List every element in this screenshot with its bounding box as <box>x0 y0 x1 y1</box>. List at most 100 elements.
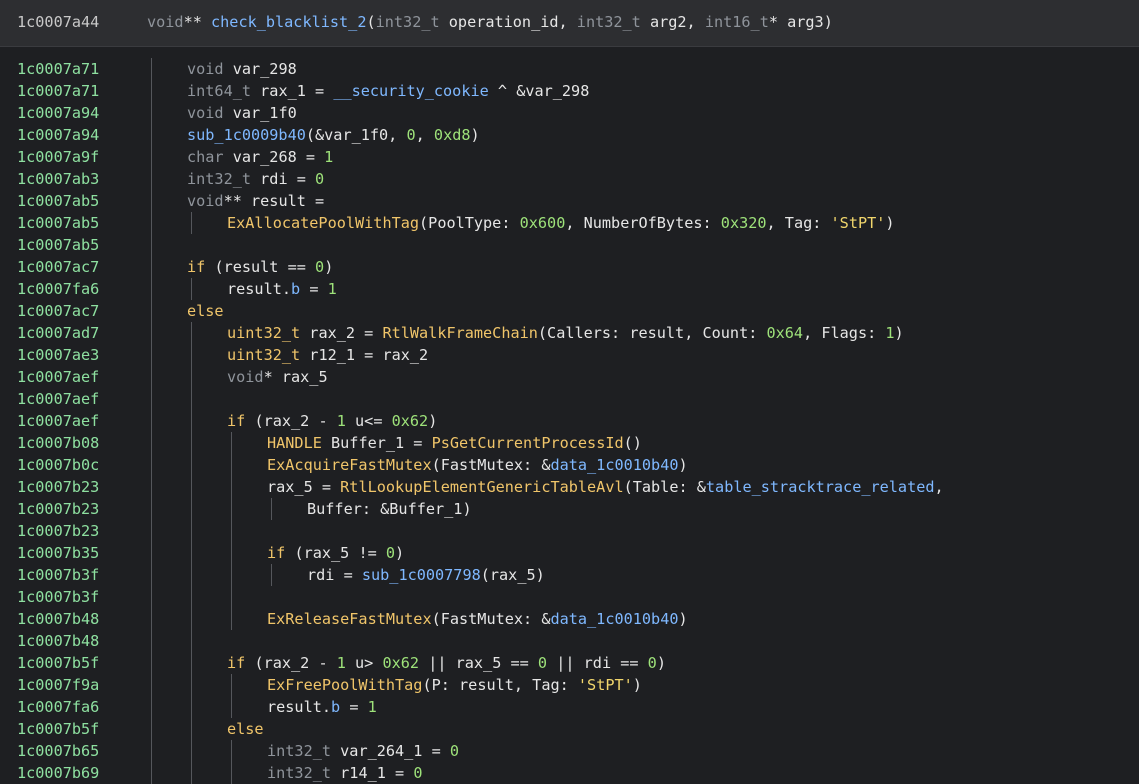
code-line[interactable]: 1c0007b69 int32_t r14_1 = 0 <box>0 762 1139 784</box>
line-address[interactable]: 1c0007b48 <box>17 608 99 630</box>
code-token[interactable]: else <box>227 720 264 738</box>
code-token[interactable]: __security_cookie <box>333 82 488 100</box>
line-address[interactable]: 1c0007ac7 <box>17 256 99 278</box>
function-signature[interactable]: void** check_blacklist_2(int32_t operati… <box>147 13 833 31</box>
line-address[interactable]: 1c0007a94 <box>17 124 99 146</box>
line-address[interactable]: 1c0007fa6 <box>17 278 99 300</box>
code-token: , <box>934 478 944 496</box>
line-address[interactable]: 1c0007ab5 <box>17 234 99 256</box>
code-line[interactable]: 1c0007a9f char var_268 = 1 <box>0 146 1139 168</box>
signature-token[interactable]: check_blacklist_2 <box>211 13 366 31</box>
code-token[interactable]: HANDLE <box>267 434 322 452</box>
code-token[interactable]: ExAcquireFastMutex <box>267 456 432 474</box>
code-line[interactable]: 1c0007fa6 result.b = 1 <box>0 278 1139 300</box>
code-line[interactable]: 1c0007b5f else <box>0 718 1139 740</box>
line-address[interactable]: 1c0007a71 <box>17 80 99 102</box>
line-address[interactable]: 1c0007ae3 <box>17 344 99 366</box>
code-token[interactable]: sub_1c0007798 <box>362 566 481 584</box>
code-token[interactable]: RtlWalkFrameChain <box>382 324 537 342</box>
line-code: else <box>187 300 224 322</box>
code-line[interactable]: 1c0007a94 sub_1c0009b40(&var_1f0, 0, 0xd8… <box>0 124 1139 146</box>
code-line[interactable]: 1c0007ad7 uint32_t rax_2 = RtlWalkFrameCh… <box>0 322 1139 344</box>
code-line[interactable]: 1c0007ab5 void** result = <box>0 190 1139 212</box>
code-line[interactable]: 1c0007b5f if (rax_2 - 1 u> 0x62 || rax_5 … <box>0 652 1139 674</box>
line-code: int32_t var_264_1 = 0 <box>267 740 459 762</box>
line-address[interactable]: 1c0007fa6 <box>17 696 99 718</box>
line-address[interactable]: 1c0007a9f <box>17 146 99 168</box>
code-token[interactable]: ExReleaseFastMutex <box>267 610 432 628</box>
line-address[interactable]: 1c0007b23 <box>17 520 99 542</box>
code-line[interactable]: 1c0007ae3 uint32_t r12_1 = rax_2 <box>0 344 1139 366</box>
code-token: 1 <box>327 280 337 298</box>
code-token[interactable]: data_1c0010b40 <box>550 456 678 474</box>
line-address[interactable]: 1c0007ab5 <box>17 190 99 212</box>
decompiled-code-view[interactable]: 1c0007a71 void var_298 1c0007a71 int64_t ra… <box>0 58 1139 784</box>
code-token[interactable]: else <box>187 302 224 320</box>
line-address[interactable]: 1c0007b0c <box>17 454 99 476</box>
code-token[interactable]: b <box>331 698 340 716</box>
code-token[interactable]: uint32_t <box>227 324 300 342</box>
line-code: int32_t rdi = 0 <box>187 168 324 190</box>
code-line[interactable]: 1c0007b3f <box>0 586 1139 608</box>
line-address[interactable]: 1c0007a94 <box>17 102 99 124</box>
code-line[interactable]: 1c0007ab5 ExAllocatePoolWithTag(PoolType:… <box>0 212 1139 234</box>
line-address[interactable]: 1c0007ad7 <box>17 322 99 344</box>
code-token[interactable]: data_1c0010b40 <box>550 610 678 628</box>
code-token[interactable]: table_stracktrace_related <box>706 478 935 496</box>
code-token[interactable]: if <box>227 412 245 430</box>
code-line[interactable]: 1c0007b23 <box>0 520 1139 542</box>
code-line[interactable]: 1c0007b3f rdi = sub_1c0007798(rax_5) <box>0 564 1139 586</box>
line-address[interactable]: 1c0007ab5 <box>17 212 99 234</box>
line-address[interactable]: 1c0007ac7 <box>17 300 99 322</box>
code-line[interactable]: 1c0007b23 Buffer: &Buffer_1) <box>0 498 1139 520</box>
line-address[interactable]: 1c0007aef <box>17 366 99 388</box>
code-token[interactable]: ExAllocatePoolWithTag <box>227 214 419 232</box>
code-line[interactable]: 1c0007b23 rax_5 = RtlLookupElementGeneric… <box>0 476 1139 498</box>
line-address[interactable]: 1c0007b08 <box>17 432 99 454</box>
line-address[interactable]: 1c0007b69 <box>17 762 99 784</box>
code-line[interactable]: 1c0007aef void* rax_5 <box>0 366 1139 388</box>
code-line[interactable]: 1c0007b35 if (rax_5 != 0) <box>0 542 1139 564</box>
code-line[interactable]: 1c0007fa6 result.b = 1 <box>0 696 1139 718</box>
line-address[interactable]: 1c0007b5f <box>17 652 99 674</box>
code-line[interactable]: 1c0007b0c ExAcquireFastMutex(FastMutex: &… <box>0 454 1139 476</box>
code-token[interactable]: if <box>227 654 245 672</box>
code-token[interactable]: if <box>267 544 285 562</box>
code-line[interactable]: 1c0007a71 int64_t rax_1 = __security_cook… <box>0 80 1139 102</box>
code-line[interactable]: 1c0007a71 void var_298 <box>0 58 1139 80</box>
code-token[interactable]: uint32_t <box>227 346 300 364</box>
code-token[interactable]: if <box>187 258 205 276</box>
code-token[interactable]: b <box>291 280 300 298</box>
code-line[interactable]: 1c0007b08 HANDLE Buffer_1 = PsGetCurrentP… <box>0 432 1139 454</box>
code-token: ** result = <box>223 192 325 210</box>
line-address[interactable]: 1c0007b48 <box>17 630 99 652</box>
code-line[interactable]: 1c0007ac7 if (result == 0) <box>0 256 1139 278</box>
line-address[interactable]: 1c0007b65 <box>17 740 99 762</box>
line-address[interactable]: 1c0007b3f <box>17 586 99 608</box>
code-line[interactable]: 1c0007ab3 int32_t rdi = 0 <box>0 168 1139 190</box>
line-address[interactable]: 1c0007b23 <box>17 498 99 520</box>
function-address[interactable]: 1c0007a44 <box>17 13 99 31</box>
line-address[interactable]: 1c0007b23 <box>17 476 99 498</box>
line-address[interactable]: 1c0007aef <box>17 410 99 432</box>
code-token[interactable]: PsGetCurrentProcessId <box>432 434 624 452</box>
code-line[interactable]: 1c0007b65 int32_t var_264_1 = 0 <box>0 740 1139 762</box>
code-line[interactable]: 1c0007ab5 <box>0 234 1139 256</box>
code-line[interactable]: 1c0007b48 <box>0 630 1139 652</box>
line-address[interactable]: 1c0007f9a <box>17 674 99 696</box>
line-address[interactable]: 1c0007a71 <box>17 58 99 80</box>
line-address[interactable]: 1c0007b5f <box>17 718 99 740</box>
code-line[interactable]: 1c0007ac7 else <box>0 300 1139 322</box>
code-token[interactable]: RtlLookupElementGenericTableAvl <box>340 478 623 496</box>
code-token[interactable]: sub_1c0009b40 <box>187 126 306 144</box>
line-address[interactable]: 1c0007b3f <box>17 564 99 586</box>
code-line[interactable]: 1c0007aef if (rax_2 - 1 u<= 0x62) <box>0 410 1139 432</box>
code-line[interactable]: 1c0007f9a ExFreePoolWithTag(P: result, Ta… <box>0 674 1139 696</box>
code-line[interactable]: 1c0007a94 void var_1f0 <box>0 102 1139 124</box>
line-address[interactable]: 1c0007b35 <box>17 542 99 564</box>
code-line[interactable]: 1c0007b48 ExReleaseFastMutex(FastMutex: &… <box>0 608 1139 630</box>
line-address[interactable]: 1c0007aef <box>17 388 99 410</box>
code-line[interactable]: 1c0007aef <box>0 388 1139 410</box>
line-address[interactable]: 1c0007ab3 <box>17 168 99 190</box>
code-token[interactable]: ExFreePoolWithTag <box>267 676 422 694</box>
